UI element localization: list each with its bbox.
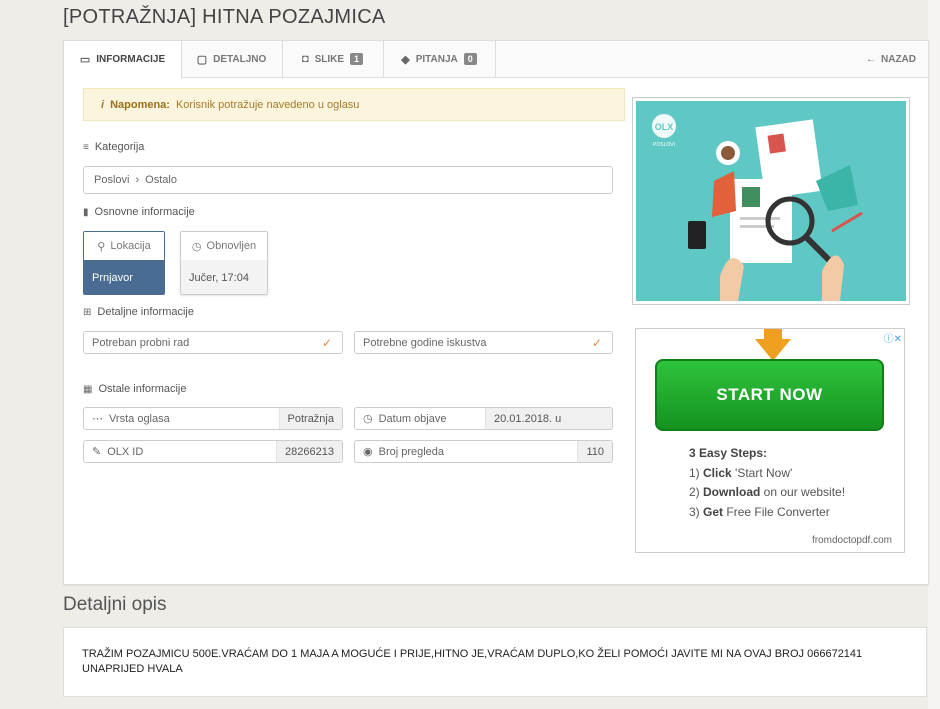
category-heading-text: Kategorija [94, 141, 145, 153]
notice-text: Korisnik potražuje navedeno u oglasu [175, 98, 360, 111]
location-box: ⚲ Lokacija Prnjavor [83, 231, 165, 295]
tab-label: PITANJA [415, 53, 458, 65]
back-label: NAZAD [881, 53, 916, 65]
back-button[interactable]: ← NAZAD [866, 41, 916, 77]
updated-label: Obnovljen [206, 240, 257, 252]
ad-step: 1) Click 'Start Now' [689, 465, 793, 480]
info-row-value: 28266213 [276, 441, 342, 462]
count-badge: 0 [463, 53, 477, 65]
svg-text:OLX: OLX [655, 122, 674, 132]
pin-icon: ⚲ [97, 240, 106, 253]
calendar-icon: ▦ [83, 383, 93, 395]
info-row: ⋯ Vrsta oglasa Potražnja [83, 407, 343, 430]
ad-step: 3) Get Free File Converter [689, 504, 830, 519]
ad-close-icon[interactable]: ⓘ✕ [884, 330, 902, 345]
clock-icon: ◷ [363, 413, 373, 425]
info-icon: i [101, 98, 105, 111]
listing-image[interactable]: OLX POSLOVI [632, 97, 910, 305]
breadcrumb-item[interactable]: Poslovi [94, 174, 129, 186]
info-row: ◉ Broj pregleda 110 [354, 440, 613, 463]
info-row-value: 20.01.2018. u [485, 408, 612, 429]
arrow-down-icon [755, 339, 791, 361]
updated-value: Jučer, 17:04 [181, 260, 267, 294]
info-row-label: Vrsta oglasa [109, 412, 170, 425]
detailed-info-heading-text: Detaljne informacije [97, 306, 194, 318]
info-row: ◷ Datum objave 20.01.2018. u [354, 407, 613, 430]
description-text: TRAŽIM POZAJMICU 500E.VRAĆAM DO 1 MAJA A… [63, 627, 927, 697]
detail-item-label: Potreban probni rad [92, 336, 190, 349]
breadcrumb-separator: › [135, 174, 140, 186]
info-row: ✎ OLX ID 28266213 [83, 440, 343, 463]
tab-bar: ▭ INFORMACIJE ▢ DETALJNO ◘ SLIKE 1 ◆ PIT… [64, 41, 928, 78]
breadcrumb-item[interactable]: Ostalo [145, 174, 177, 186]
check-icon: ✓ [591, 335, 602, 350]
info-row-value: 110 [577, 441, 612, 462]
detail-item: Potrebne godine iskustva ✓ [354, 331, 613, 354]
tab-label: INFORMACIJE [96, 54, 166, 65]
wrench-icon: ✎ [92, 446, 102, 458]
notice-label: Napomena: [110, 98, 170, 111]
check-icon: ✓ [321, 335, 332, 350]
other-info-heading-text: Ostale informacije [98, 383, 187, 395]
tab-label: DETALJNO [213, 53, 267, 65]
job-illustration: OLX POSLOVI [636, 101, 906, 301]
tab-label: SLIKE [314, 53, 345, 65]
description-heading: Detaljni opis [63, 594, 167, 615]
page-title: [POTRAŽNJA] HITNA POZAJMICA [63, 6, 386, 28]
detail-item-label: Potrebne godine iskustva [363, 336, 487, 349]
other-info-heading: ▦ Ostale informacije [83, 383, 187, 395]
tab-informacije[interactable]: ▭ INFORMACIJE [64, 41, 182, 78]
basic-info-heading-text: Osnovne informacije [94, 206, 195, 218]
file-icon: ▮ [83, 206, 89, 218]
listing-panel: ▭ INFORMACIJE ▢ DETALJNO ◘ SLIKE 1 ◆ PIT… [63, 40, 929, 585]
notice-banner: i Napomena: Korisnik potražuje navedeno … [83, 88, 625, 121]
detailed-info-heading: ⊞ Detaljne informacije [83, 306, 194, 318]
info-row-label: OLX ID [107, 445, 144, 458]
advertisement[interactable]: ⓘ✕ START NOW 3 Easy Steps: 1) Click 'Sta… [635, 328, 905, 553]
tab-slike[interactable]: ◘ SLIKE 1 [282, 41, 384, 77]
tab-pitanja[interactable]: ◆ PITANJA 0 [383, 41, 496, 77]
doc-icon: ▢ [196, 53, 208, 66]
arrow-left-icon: ← [866, 53, 876, 65]
ad-steps: 3 Easy Steps: 1) Click 'Start Now' 2) Do… [689, 444, 845, 522]
count-badge: 1 [350, 53, 364, 65]
chat-icon: ◆ [401, 53, 410, 66]
tab-detaljno[interactable]: ▢ DETALJNO [181, 41, 283, 77]
card-icon: ▭ [79, 54, 91, 66]
list-icon: ≡ [83, 141, 89, 153]
info-row-value: Potražnja [278, 408, 342, 429]
ad-steps-title: 3 Easy Steps: [689, 446, 768, 460]
ad-source[interactable]: fromdoctopdf.com [812, 535, 892, 546]
page-right-edge [928, 0, 940, 709]
updated-box: ◷ Obnovljen Jučer, 17:04 [180, 231, 268, 295]
info-row-label: Broj pregleda [378, 445, 445, 458]
start-now-button[interactable]: START NOW [655, 359, 884, 431]
svg-text:POSLOVI: POSLOVI [653, 142, 675, 148]
location-label: Lokacija [110, 240, 151, 252]
dots-icon: ⋯ [92, 413, 103, 425]
detail-item: Potreban probni rad ✓ [83, 331, 343, 354]
category-heading: ≡ Kategorija [83, 141, 144, 153]
location-value: Prnjavor [84, 260, 164, 294]
basic-info-heading: ▮ Osnovne informacije [83, 206, 195, 218]
ad-arrow-stem [764, 329, 782, 339]
clock-icon: ◷ [191, 240, 202, 253]
category-breadcrumb[interactable]: Poslovi › Ostalo [83, 166, 613, 194]
info-row-label: Datum objave [378, 412, 447, 425]
eye-icon: ◉ [363, 446, 373, 458]
camera-icon: ◘ [301, 53, 309, 65]
table-icon: ⊞ [83, 306, 92, 318]
ad-step: 2) Download on our website! [689, 485, 846, 499]
